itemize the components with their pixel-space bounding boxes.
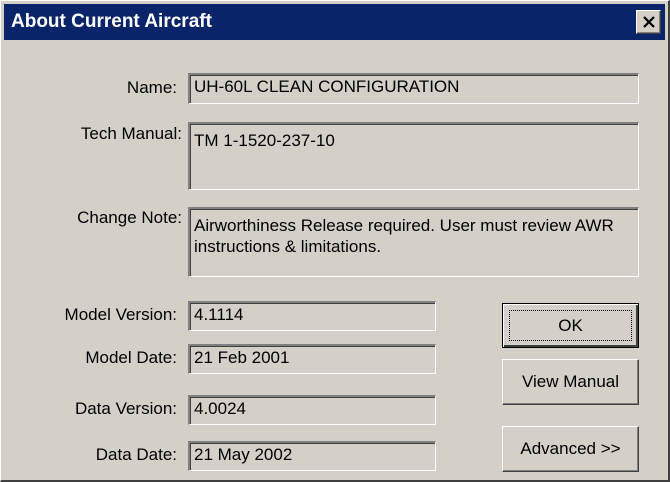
close-button[interactable] — [636, 10, 661, 34]
close-x-icon — [643, 16, 655, 28]
title-bar[interactable]: About Current Aircraft — [4, 4, 665, 40]
advanced-button[interactable]: Advanced >> — [502, 426, 639, 472]
change-note-label: Change Note: — [77, 208, 182, 227]
data-version-field[interactable]: 4.0024 — [188, 395, 436, 425]
model-version-field[interactable]: 4.1114 — [188, 301, 436, 331]
change-note-field[interactable]: Airworthiness Release required. User mus… — [188, 207, 639, 277]
advanced-button-label: Advanced >> — [520, 439, 621, 458]
data-date-field[interactable]: 21 May 2002 — [188, 441, 436, 471]
model-date-label: Model Date: — [85, 348, 177, 367]
model-date-field[interactable]: 21 Feb 2001 — [188, 344, 436, 374]
tech-manual-label: Tech Manual: — [80, 124, 182, 143]
model-version-label: Model Version: — [64, 305, 177, 324]
data-version-label: Data Version: — [74, 399, 177, 418]
tech-manual-field[interactable]: TM 1-1520-237-10 — [188, 122, 639, 190]
window-title: About Current Aircraft — [11, 11, 212, 32]
ok-button[interactable]: OK — [502, 303, 639, 348]
view-manual-button[interactable]: View Manual — [502, 359, 639, 405]
view-manual-button-label: View Manual — [521, 372, 620, 391]
name-label: Name: — [126, 78, 177, 97]
focus-rect — [509, 310, 632, 341]
about-aircraft-dialog: About Current Aircraft Name: UH-60L CLEA… — [0, 0, 670, 482]
data-date-label: Data Date: — [95, 445, 177, 464]
name-field[interactable]: UH-60L CLEAN CONFIGURATION — [188, 73, 639, 104]
